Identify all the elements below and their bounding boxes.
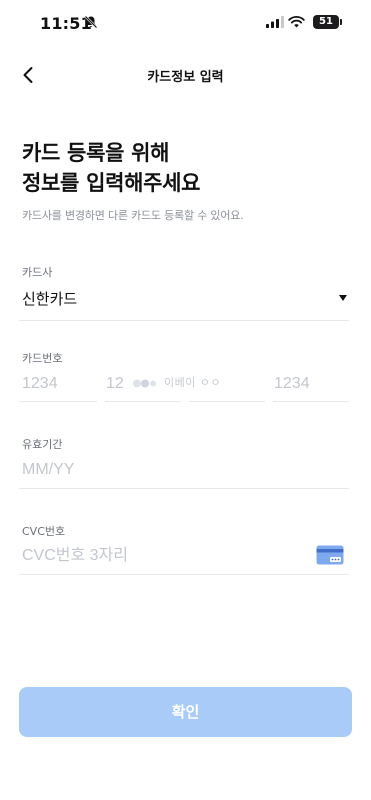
card-number-input-1[interactable] [22, 372, 96, 396]
card-company-divider [19, 320, 349, 321]
status-bar: 11:51 51 [0, 0, 371, 46]
nav-bar: 카드정보 입력 [0, 50, 371, 100]
battery-icon: 51 [313, 15, 339, 29]
battery-tip [340, 19, 342, 25]
subtitle: 카드사를 변경하면 다른 카드도 등록할 수 있어요. [22, 209, 244, 222]
card-company-select[interactable] [18, 282, 352, 318]
headline-line-1: 카드 등록을 위해 [22, 141, 170, 165]
watermark-logo-icon [133, 379, 156, 387]
headline: 카드 등록을 위해 정보를 입력해주세요 [22, 138, 201, 198]
card-number-divider-1 [19, 401, 97, 402]
cvc-label: CVC번호 [22, 525, 66, 538]
expiry-label: 유효기간 [22, 438, 63, 451]
cvc-divider [19, 574, 349, 575]
card-number-divider-4 [273, 401, 349, 402]
card-number-divider-2 [105, 401, 181, 402]
card-company-label: 카드사 [22, 266, 53, 279]
watermark-text: 이베이 ㅇㅇ [164, 376, 222, 389]
headline-line-2: 정보를 입력해주세요 [22, 171, 201, 195]
card-number-divider-3 [189, 401, 265, 402]
cvc-input[interactable] [22, 543, 307, 569]
expiry-input[interactable] [22, 457, 342, 483]
wifi-icon [288, 16, 305, 28]
bell-slash-icon [84, 15, 98, 29]
page-title: 카드정보 입력 [147, 70, 224, 85]
card-number-input-4[interactable] [274, 372, 348, 396]
watermark: 이베이 ㅇㅇ [132, 374, 221, 390]
confirm-button[interactable]: 확인 [19, 687, 352, 737]
card-number-label: 카드번호 [22, 352, 63, 365]
expiry-divider [19, 488, 349, 489]
card-scan-icon[interactable] [316, 545, 344, 565]
cellular-signal-icon [266, 16, 284, 28]
